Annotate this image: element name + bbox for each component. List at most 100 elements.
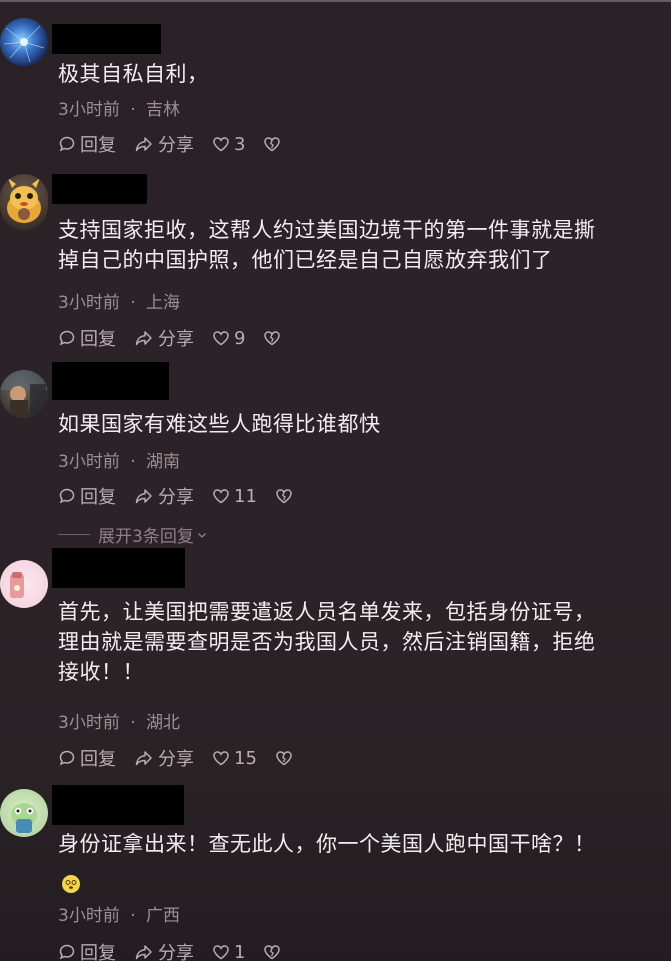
reply-label: 回复	[80, 329, 116, 350]
broken-heart-icon	[264, 331, 281, 346]
reply-label: 回复	[80, 749, 116, 770]
top-edge-divider	[0, 0, 671, 2]
avatar[interactable]	[0, 560, 48, 608]
comment-time: 3小时前	[58, 100, 120, 120]
reply-button[interactable]: 回复	[58, 483, 116, 509]
avatar-image	[0, 370, 48, 418]
comment-location: 上海	[146, 293, 181, 313]
avatar[interactable]	[0, 789, 48, 837]
reply-button[interactable]: 回复	[58, 745, 116, 771]
reply-label: 回复	[80, 135, 116, 156]
comment-time: 3小时前	[58, 906, 120, 926]
chevron-down-icon	[197, 532, 206, 538]
meta-separator: ·	[130, 452, 136, 472]
comment-location: 湖南	[146, 452, 181, 472]
comment-actions: 回复 分享 9	[58, 326, 303, 350]
reply-button[interactable]: 回复	[58, 939, 116, 961]
like-button[interactable]: 9	[212, 328, 245, 349]
comment-location: 广西	[146, 906, 181, 926]
dislike-button[interactable]	[275, 749, 297, 767]
share-button[interactable]: 分享	[134, 131, 194, 157]
comment-meta: 3小时前 · 广西	[58, 905, 180, 927]
heart-icon	[213, 489, 229, 504]
dislike-button[interactable]	[275, 487, 297, 505]
comment-bubble-icon	[59, 330, 75, 346]
meta-separator: ·	[130, 293, 136, 313]
broken-heart-icon	[276, 751, 292, 766]
avatar-image	[10, 572, 24, 598]
avatar-image	[7, 178, 41, 223]
username-redaction	[52, 548, 185, 588]
share-arrow-icon	[135, 751, 152, 766]
broken-heart-icon	[264, 945, 281, 960]
broken-heart-icon	[264, 137, 281, 152]
comment-bubble-icon	[59, 750, 75, 766]
comment-meta: 3小时前 · 湖南	[58, 451, 180, 473]
share-button[interactable]: 分享	[134, 483, 194, 509]
dizzy-face-icon	[62, 875, 80, 893]
share-label: 分享	[158, 487, 194, 508]
avatar[interactable]	[0, 174, 48, 230]
comment-text: 首先，让美国把需要遣返人员名单发来，包括身份证号， 理由就是需要查明是否为我国人…	[58, 600, 596, 684]
comment-text: 极其自私自利，	[58, 62, 209, 86]
comment-meta: 3小时前 · 湖北	[58, 712, 180, 734]
share-label: 分享	[158, 749, 194, 770]
comment-text: 身份证拿出来！查无此人，你一个美国人跑中国干啥？！	[58, 832, 596, 856]
reply-button[interactable]: 回复	[58, 131, 116, 157]
username-redaction	[52, 785, 184, 825]
comment-time: 3小时前	[58, 452, 120, 472]
comment-time: 3小时前	[58, 713, 120, 733]
expand-replies-label: 展开3条回复	[98, 527, 194, 547]
heart-icon	[213, 945, 229, 960]
like-button[interactable]: 11	[212, 486, 257, 507]
comment-actions: 回复 分享 3	[58, 132, 303, 156]
share-button[interactable]: 分享	[134, 745, 194, 771]
comment-bubble-icon	[59, 488, 75, 504]
broken-heart-icon	[276, 489, 292, 504]
heart-icon	[213, 751, 229, 766]
comment-bubble-icon	[59, 136, 75, 152]
share-arrow-icon	[135, 137, 152, 152]
like-count: 11	[234, 485, 257, 507]
avatar[interactable]	[0, 18, 48, 66]
like-count: 1	[234, 941, 246, 961]
share-label: 分享	[158, 329, 194, 350]
dislike-button[interactable]	[263, 329, 285, 347]
comment-text: 如果国家有难这些人跑得比谁都快	[58, 412, 381, 436]
username-redaction	[52, 24, 161, 54]
like-count: 9	[234, 327, 246, 349]
share-button[interactable]: 分享	[134, 939, 194, 961]
share-arrow-icon	[135, 331, 152, 346]
reply-label: 回复	[80, 487, 116, 508]
dizzy-face-emoji	[62, 875, 80, 893]
expand-replies-button[interactable]: 展开3条回复	[58, 522, 208, 547]
username-redaction	[52, 362, 169, 400]
heart-icon	[213, 137, 229, 152]
like-button[interactable]: 1	[212, 942, 245, 961]
share-button[interactable]: 分享	[134, 325, 194, 351]
comment-location: 湖北	[146, 713, 181, 733]
reply-button[interactable]: 回复	[58, 325, 116, 351]
dislike-button[interactable]	[263, 135, 285, 153]
like-button[interactable]: 15	[212, 748, 257, 769]
reply-label: 回复	[80, 943, 116, 961]
meta-separator: ·	[130, 100, 136, 120]
like-count: 15	[234, 747, 257, 769]
comment-meta: 3小时前 · 吉林	[58, 99, 180, 121]
meta-separator: ·	[130, 713, 136, 733]
heart-icon	[213, 331, 229, 346]
like-button[interactable]: 3	[212, 134, 245, 155]
comment-meta: 3小时前 · 上海	[58, 292, 180, 314]
comment-actions: 回复 分享 1	[58, 940, 303, 961]
share-arrow-icon	[135, 489, 152, 504]
username-redaction	[52, 174, 147, 204]
comment-location: 吉林	[146, 100, 181, 120]
dislike-button[interactable]	[263, 943, 285, 961]
comment-actions: 回复 分享 11	[58, 484, 315, 508]
comment-time: 3小时前	[58, 293, 120, 313]
share-arrow-icon	[135, 945, 152, 960]
comment-actions: 回复 分享 15	[58, 746, 315, 770]
comment-bubble-icon	[59, 944, 75, 960]
comment-text: 支持国家拒收，这帮人约过美国边境干的第一件事就是撕 掉自己的中国护照，他们已经是…	[58, 218, 596, 272]
avatar[interactable]	[0, 370, 48, 418]
